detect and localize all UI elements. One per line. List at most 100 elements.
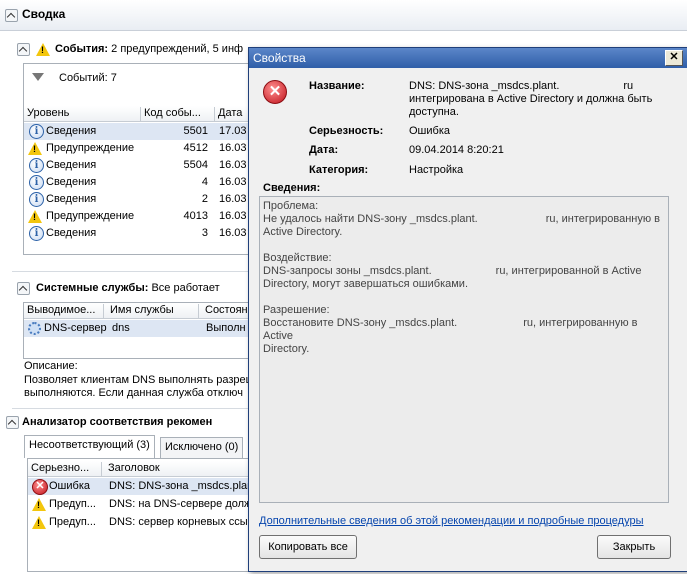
table-row[interactable]: i Сведения 2 16.03 xyxy=(24,191,250,208)
services-header-summary: Все работает xyxy=(151,282,220,294)
table-row[interactable]: i Сведения 5504 16.03 xyxy=(24,157,250,174)
service-state: Выполн xyxy=(206,322,246,334)
description-line-1: Позволяет клиентам DNS выполнять разреш xyxy=(24,374,255,386)
event-code: 2 xyxy=(201,193,208,205)
col-severity[interactable]: Серьезно... xyxy=(28,462,102,476)
info-icon: i xyxy=(29,192,44,207)
copy-all-button[interactable]: Копировать все xyxy=(259,535,357,559)
impact-text-part1: DNS-запросы зоны _msdcs.plant. xyxy=(263,265,432,277)
events-header-summary: 2 предупреждений, 5 инф xyxy=(111,43,244,55)
impact-heading: Воздействие: xyxy=(263,252,332,264)
dialog-titlebar[interactable]: Свойства ✕ xyxy=(249,48,687,68)
bpa-title: DNS: на DNS-сервере долж xyxy=(109,498,252,510)
table-row[interactable]: Предуп... DNS: сервер корневых ссы xyxy=(28,514,250,531)
properties-dialog: Свойства ✕ ✕ Название: DNS: DNS-зона _ms… xyxy=(248,47,687,572)
details-text: Проблема: Не удалось найти DNS-зону _msd… xyxy=(263,200,663,356)
event-code: 5504 xyxy=(183,159,208,171)
services-header-title: Системные службы: xyxy=(36,282,149,294)
event-date: 16.03 xyxy=(219,210,247,222)
name-value-line3: доступна. xyxy=(409,106,459,118)
page-title: Сводка xyxy=(22,7,66,21)
bpa-table-header: Серьезно... Заголовок xyxy=(28,461,250,477)
col-service-name[interactable]: Имя службы xyxy=(107,304,199,318)
events-table-body: iСведения550117.03Предупреждение451216.0… xyxy=(24,123,250,243)
info-icon: i xyxy=(29,158,44,173)
details-textbox[interactable]: Проблема: Не удалось найти DNS-зону _msd… xyxy=(259,196,669,503)
name-value-line2: интегрирована в Active Directory и должн… xyxy=(409,93,653,105)
event-date: 16.03 xyxy=(219,193,247,205)
event-level: Предупреждение xyxy=(46,142,135,154)
col-display-name[interactable]: Выводимое... xyxy=(24,304,104,318)
bpa-severity: Предуп... xyxy=(49,498,96,510)
divider xyxy=(12,271,249,272)
problem-text-part2: ru, интегрированную в xyxy=(545,213,661,225)
date-label: Дата: xyxy=(309,144,339,156)
name-value-part2: ru xyxy=(623,80,634,92)
table-row[interactable]: Предупреждение 4013 16.03 xyxy=(24,208,250,225)
info-icon: i xyxy=(29,124,44,139)
filter-icon[interactable] xyxy=(32,73,44,81)
problem-text-line2: Active Directory. xyxy=(263,226,343,238)
events-header: События: 2 предупреждений, 5 инф xyxy=(55,43,243,55)
summary-header xyxy=(0,0,687,31)
tab-excluded[interactable]: Исключено (0) xyxy=(160,437,244,458)
resolution-text-part1: Восстановите DNS-зону _msdcs.plant. xyxy=(263,317,458,329)
info-icon: i xyxy=(29,175,44,190)
bpa-header-title: Анализатор соответствия рекомен xyxy=(22,416,213,428)
table-row[interactable]: i Сведения 5501 17.03 xyxy=(24,123,250,140)
events-table-header: Уровень Код собы... Дата xyxy=(24,106,250,122)
warning-icon xyxy=(28,210,42,223)
warning-icon xyxy=(28,142,42,155)
warning-icon xyxy=(32,516,46,529)
col-level[interactable]: Уровень xyxy=(24,107,141,121)
name-label: Название: xyxy=(309,80,365,92)
services-collapse-chevron-icon[interactable] xyxy=(17,282,30,295)
details-label: Сведения: xyxy=(263,182,321,194)
dialog-body: ✕ Название: DNS: DNS-зона _msdcs.plant. r… xyxy=(249,68,687,571)
category-value: Настройка xyxy=(409,164,464,176)
event-date: 16.03 xyxy=(219,142,247,154)
info-icon: i xyxy=(29,226,44,241)
tab-noncompliant[interactable]: Несоответствующий (3) xyxy=(24,435,155,458)
event-date: 17.03 xyxy=(219,125,247,137)
bpa-severity: Ошибка xyxy=(49,480,90,492)
collapse-chevron-icon[interactable] xyxy=(5,9,18,22)
resolution-text-line2: Directory. xyxy=(263,343,310,355)
divider xyxy=(12,408,249,409)
error-icon: ✕ xyxy=(32,479,48,495)
events-box: Событий: 7 Уровень Код собы... Дата i Све… xyxy=(23,63,251,255)
event-level: Сведения xyxy=(46,193,97,205)
event-date: 16.03 xyxy=(219,176,247,188)
table-row[interactable]: ✕ Ошибка DNS: DNS-зона _msdcs.plant xyxy=(28,478,256,495)
event-date: 16.03 xyxy=(219,227,247,239)
dialog-title: Свойства xyxy=(253,51,306,65)
event-code: 5501 xyxy=(183,125,208,137)
severity-label: Серьезность: xyxy=(309,125,384,137)
problem-heading: Проблема: xyxy=(263,200,319,212)
service-row[interactable]: DNS-сервер dns Выполн xyxy=(24,320,250,337)
event-level: Сведения xyxy=(46,125,97,137)
warning-icon xyxy=(32,498,46,511)
impact-text-line2: Directory, могут завершаться ошибками. xyxy=(263,278,469,290)
events-collapse-chevron-icon[interactable] xyxy=(17,43,30,56)
col-code[interactable]: Код собы... xyxy=(141,107,215,121)
impact-text-part2: ru, интегрированной в Active xyxy=(495,265,642,277)
severity-value: Ошибка xyxy=(409,125,450,137)
bpa-collapse-chevron-icon[interactable] xyxy=(6,416,19,429)
table-row[interactable]: Предуп... DNS: на DNS-сервере долж xyxy=(28,496,252,513)
col-title[interactable]: Заголовок xyxy=(105,462,248,476)
service-name: dns xyxy=(112,322,130,334)
table-row[interactable]: i Сведения 4 16.03 xyxy=(24,174,250,191)
table-row[interactable]: Предупреждение 4512 16.03 xyxy=(24,140,250,157)
table-row[interactable]: i Сведения 3 16.03 xyxy=(24,225,250,242)
close-button[interactable]: Закрыть xyxy=(597,535,671,559)
bpa-box: Серьезно... Заголовок ✕ Ошибка DNS: DNS-зо… xyxy=(27,458,256,572)
bpa-table-body: ✕Ошибка DNS: DNS-зона _msdcs.plant Предуп.… xyxy=(28,478,256,538)
more-info-link[interactable]: Дополнительные сведения об этой рекоменд… xyxy=(259,515,644,527)
event-level: Сведения xyxy=(46,227,97,239)
services-box: Выводимое... Имя службы Состоян DNS-серв… xyxy=(23,302,251,359)
col-state[interactable]: Состоян xyxy=(202,304,251,318)
bpa-tabs: Несоответствующий (3) Исключено (0) xyxy=(24,435,249,458)
dialog-close-icon[interactable]: ✕ xyxy=(665,50,683,66)
events-header-title: События: xyxy=(55,43,109,55)
